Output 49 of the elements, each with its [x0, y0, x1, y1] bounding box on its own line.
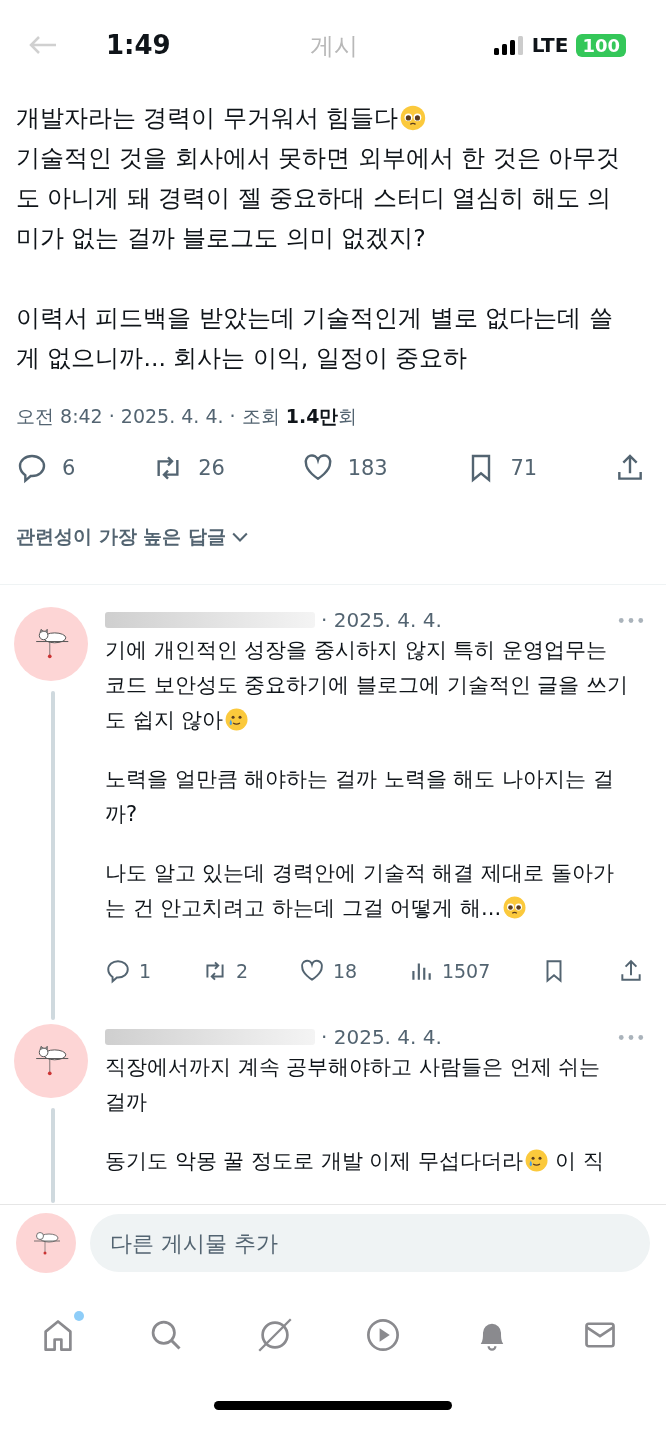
reply-date: · 2025. 4. 4.: [321, 606, 442, 634]
header-title: 게시: [310, 31, 358, 62]
reply-text: 이 직: [553, 1149, 604, 1173]
play-icon: [365, 1317, 402, 1353]
signal-icon: [493, 35, 524, 55]
post-text: 게 없으니까... 회사는 이익, 일정이 중요하: [16, 344, 468, 372]
reply-text: 직장에서까지 계속 공부해야하고 사람들은 언제 쉬는: [105, 1055, 601, 1079]
smiling-tear-face-icon: [525, 1149, 549, 1173]
reply-text: 는 건 안고치려고 하는데 그걸 어떻게 해...: [105, 896, 502, 920]
speech-bubble-icon: [105, 958, 131, 984]
reply-text: 기에 개인적인 성장을 중시하지 않지 특히 운영업무는: [105, 638, 608, 662]
status-time: 1:49: [106, 30, 171, 60]
network-label: LTE: [531, 33, 569, 57]
more-options-icon[interactable]: [618, 1033, 644, 1041]
reply-text: 나도 알고 있는데 경력안에 기술적 해결 제대로 돌아가: [105, 861, 614, 885]
repost-button[interactable]: 2: [201, 958, 249, 984]
reply-text: 동기도 악몽 꿀 정도로 개발 이제 무섭다더라: [105, 1149, 524, 1173]
reply-text: 도 쉽지 않아: [105, 708, 224, 732]
more-options-icon[interactable]: [618, 616, 644, 624]
pleading-face-icon: [503, 896, 527, 920]
like-button[interactable]: 18: [298, 958, 358, 984]
cat-avatar-icon[interactable]: [13, 1024, 88, 1098]
chevron-down-icon: [231, 531, 248, 543]
like-button[interactable]: 183: [301, 452, 388, 484]
smiling-tear-face-icon: [225, 708, 249, 732]
post-text: 도 아니게 돼 경력이 젤 중요하대 스터디 열심히 해도 의: [16, 184, 612, 212]
pleading-face-icon: [400, 104, 427, 131]
post-meta: 오전 8:42 · 2025. 4. 4. · 조회 1.4만회: [15, 404, 359, 429]
battery-indicator: 100: [576, 33, 626, 57]
cat-avatar-icon[interactable]: [13, 607, 88, 681]
reply-text: 코드 보안성도 중요하기에 블로그에 기술적인 글을 쓰기: [105, 673, 629, 697]
bookmark-button[interactable]: 71: [464, 452, 538, 484]
reply-date: · 2025. 4. 4.: [321, 1023, 442, 1051]
cat-avatar-icon: [16, 1213, 76, 1273]
speech-bubble-icon: [16, 452, 48, 484]
sort-dropdown[interactable]: 관련성이 가장 높은 답글: [16, 524, 248, 550]
reply-text: 까?: [105, 802, 138, 826]
reply-button[interactable]: 6: [16, 452, 76, 484]
repost-button[interactable]: 26: [152, 452, 225, 484]
reply-input-field[interactable]: 다른 게시물 추가: [90, 1214, 650, 1272]
reply-text: 걸까: [105, 1090, 147, 1114]
post-text: 기술적인 것을 회사에서 못하면 외부에서 한 것은 아무것: [16, 144, 621, 172]
post-text: 미가 없는 걸까 블로그도 의미 없겠지?: [16, 224, 426, 252]
reply-button[interactable]: 1: [105, 958, 152, 984]
views-button[interactable]: 1507: [407, 958, 491, 984]
post-text: 개발자라는 경력이 무거워서 힘들다: [16, 104, 399, 132]
post-text: 이력서 피드백을 받았는데 기술적인게 별로 없다는데 쓸: [16, 304, 613, 332]
reply-text: 노력을 얼만큼 해야하는 걸까 노력을 해도 나아지는 걸: [105, 767, 614, 791]
slashed-circle-icon: [256, 1317, 293, 1353]
